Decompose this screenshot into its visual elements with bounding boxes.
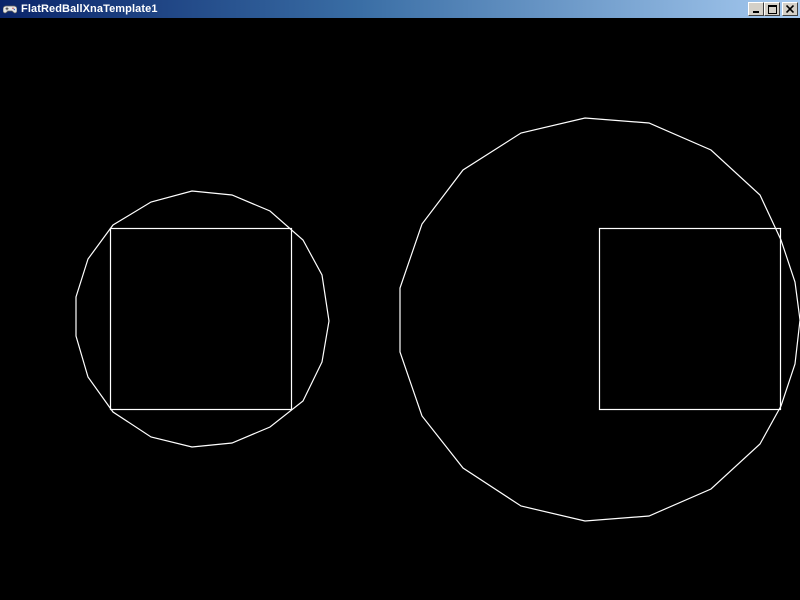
window-controls bbox=[748, 2, 798, 16]
gamepad-icon[interactable] bbox=[2, 1, 18, 17]
close-button[interactable] bbox=[782, 2, 798, 16]
title-bar[interactable]: FlatRedBallXnaTemplate1 bbox=[0, 0, 800, 18]
game-viewport[interactable] bbox=[0, 18, 800, 600]
close-icon bbox=[786, 5, 794, 13]
window-title: FlatRedBallXnaTemplate1 bbox=[21, 3, 158, 15]
scene-canvas bbox=[0, 18, 800, 600]
maximize-button[interactable] bbox=[764, 2, 780, 16]
maximize-icon bbox=[767, 4, 777, 14]
application-window: FlatRedBallXnaTemplate1 bbox=[0, 0, 800, 600]
minimize-icon bbox=[753, 11, 759, 13]
minimize-button[interactable] bbox=[748, 2, 764, 16]
